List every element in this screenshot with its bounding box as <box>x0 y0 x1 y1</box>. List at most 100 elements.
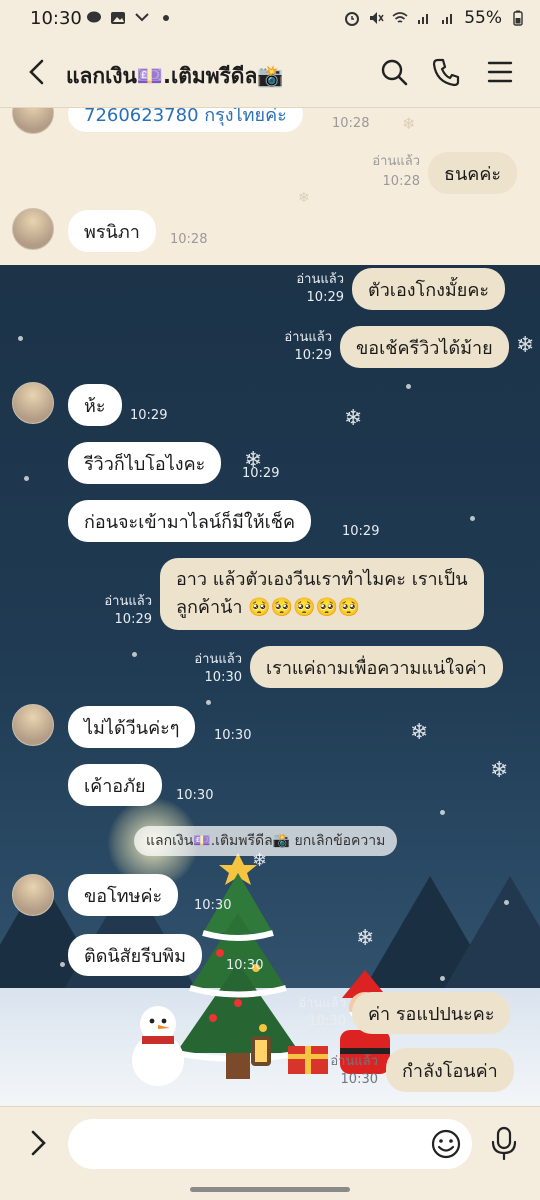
snowflake-icon: ❄ <box>356 926 375 951</box>
message-time: 10:29 <box>306 290 344 305</box>
snow-dot <box>24 476 29 481</box>
message-text-line: ลูกค้าน้า 🥺🥺🥺🥺🥺 <box>176 597 361 618</box>
message-time: 10:30 <box>194 898 232 913</box>
message-input[interactable] <box>68 1119 472 1169</box>
snowflake-icon: ❄ <box>490 758 509 783</box>
message-bubble-incoming[interactable]: ห้ะ <box>68 384 122 426</box>
alarm-icon <box>345 12 360 26</box>
dot-icon <box>163 15 169 21</box>
read-receipt: อ่านแล้ว <box>330 1054 378 1069</box>
emoji-icon[interactable] <box>428 1126 464 1162</box>
home-handle[interactable] <box>190 1187 350 1192</box>
chat-area[interactable]: ❄ ❄ ❄ ❄ ❄ ❄ ❄ ❄ ❄ 7260623780 กรุงไทยค่ะ … <box>0 108 540 1106</box>
notification-icons <box>86 10 174 26</box>
message-bubble-incoming[interactable]: ขอโทษค่ะ <box>68 874 179 916</box>
mountain-decoration <box>440 876 540 996</box>
message-text: ธนคค่ะ <box>444 163 502 185</box>
message-bubble-outgoing[interactable]: ตัวเองโกงมั้ยคะ <box>352 268 506 310</box>
avatar[interactable] <box>12 874 54 916</box>
message-time: 10:28 <box>170 232 208 247</box>
message-text: กำลังโอนค่า <box>402 1060 498 1082</box>
message-text: ขอเช้ครีวิวได้ม้าย <box>356 337 493 359</box>
status-time: 10:30 <box>30 8 82 29</box>
phone-icon[interactable] <box>430 56 462 88</box>
snowflake-icon: ❄ <box>344 406 363 431</box>
message-bubble-outgoing[interactable]: ธนคค่ะ <box>428 152 518 194</box>
avatar[interactable] <box>12 382 54 424</box>
line-app-icon <box>87 11 101 23</box>
message-bubble-incoming[interactable]: 7260623780 กรุงไทยค่ะ <box>68 108 303 132</box>
expand-icon[interactable] <box>22 1127 54 1159</box>
message-text: 7260623780 กรุงไทยค่ะ <box>84 108 287 126</box>
search-icon[interactable] <box>378 56 410 88</box>
avatar[interactable] <box>12 704 54 746</box>
image-icon <box>111 12 125 24</box>
message-bubble-outgoing[interactable]: เราแค่ถามเพื่อความแน่ใจค่า <box>250 646 503 688</box>
mute-icon <box>370 12 384 24</box>
missed-call-icon <box>135 13 149 22</box>
read-receipt: อ่านแล้ว <box>104 594 152 609</box>
battery-percent: 55% <box>464 8 502 28</box>
message-text: ก่อนจะเข้ามาไลน์ก็มีให้เช็ค <box>84 511 295 533</box>
snow-dot <box>470 516 475 521</box>
snowman-icon <box>132 1006 184 1086</box>
message-text: เราแค่ถามเพื่อความแน่ใจค่า <box>266 657 487 679</box>
snow-dot <box>18 336 23 341</box>
snowflake-icon: ❄ <box>402 114 416 133</box>
message-time: 10:28 <box>382 174 420 189</box>
snow-dot <box>132 652 137 657</box>
menu-icon[interactable] <box>484 56 516 88</box>
message-bubble-incoming[interactable]: รีวิวก็ไบโอไงคะ <box>68 442 222 484</box>
read-receipt: อ่านแล้ว <box>284 330 332 345</box>
snowflake-icon: ❄ <box>298 190 310 206</box>
message-text: ค่า รอแปปนะคะ <box>368 1003 495 1025</box>
message-time: 10:28 <box>332 116 370 131</box>
message-bubble-incoming[interactable]: พรนิภา <box>68 210 156 252</box>
message-text-line: อาว แล้วตัวเองวีนเราทำไมคะ เราเป็น <box>176 569 468 590</box>
message-text: เค้าอภัย <box>84 775 146 797</box>
message-time: 10:29 <box>114 612 152 627</box>
message-text: ห้ะ <box>84 395 106 417</box>
message-time: 10:30 <box>214 728 252 743</box>
read-receipt: อ่านแล้ว <box>296 272 344 287</box>
message-time: 10:29 <box>342 524 380 539</box>
message-time: 10:30 <box>308 1014 346 1029</box>
lantern-icon <box>251 1036 271 1066</box>
chat-header: แลกเงิน💷.เติมพรีดีล📸 <box>0 38 540 108</box>
signal-icon-2 <box>442 14 453 24</box>
signal-icon <box>418 14 429 24</box>
message-time: 10:29 <box>242 466 280 481</box>
system-nav-bar <box>0 1180 540 1200</box>
snow-dot <box>60 962 65 967</box>
message-bubble-incoming[interactable]: ไม่ได้วีนค่ะๆ <box>68 706 196 748</box>
read-receipt: อ่านแล้ว <box>298 996 346 1011</box>
wifi-icon <box>392 12 408 23</box>
snow-dot <box>440 976 445 981</box>
message-bubble-outgoing[interactable]: กำลังโอนค่า <box>386 1048 514 1092</box>
message-input-bar <box>0 1106 540 1180</box>
message-bubble-outgoing[interactable]: อาว แล้วตัวเองวีนเราทำไมคะ เราเป็น ลูกค้… <box>160 558 484 630</box>
battery-icon <box>513 10 523 26</box>
back-icon[interactable] <box>22 56 54 88</box>
message-time: 10:30 <box>226 958 264 973</box>
message-text: ติดนิสัยรีบพิม <box>84 945 187 967</box>
message-bubble-outgoing[interactable]: ค่า รอแปปนะคะ <box>352 992 511 1034</box>
status-right: 55% <box>344 8 526 28</box>
message-bubble-incoming[interactable]: เค้าอภัย <box>68 764 162 806</box>
message-time: 10:30 <box>204 670 242 685</box>
message-time: 10:30 <box>176 788 214 803</box>
mic-icon[interactable] <box>488 1125 520 1161</box>
message-text: ตัวเองโกงมั้ยคะ <box>368 279 490 301</box>
message-bubble-incoming[interactable]: ติดนิสัยรีบพิม <box>68 934 203 976</box>
read-receipt: อ่านแล้ว <box>372 154 420 169</box>
system-notice: แลกเงิน💷.เติมพรีดีล📸 ยกเลิกข้อความ <box>134 826 398 856</box>
message-bubble-outgoing[interactable]: ขอเช้ครีวิวได้ม้าย <box>340 326 509 368</box>
message-text: รีวิวก็ไบโอไงคะ <box>84 453 206 475</box>
snowflake-icon: ❄ <box>516 333 535 358</box>
message-text: ขอโทษค่ะ <box>84 885 163 907</box>
snow-dot <box>440 810 445 815</box>
message-bubble-incoming[interactable]: ก่อนจะเข้ามาไลน์ก็มีให้เช็ค <box>68 500 311 542</box>
avatar[interactable] <box>12 208 54 250</box>
snow-dot <box>504 900 509 905</box>
snow-dot <box>406 384 411 389</box>
